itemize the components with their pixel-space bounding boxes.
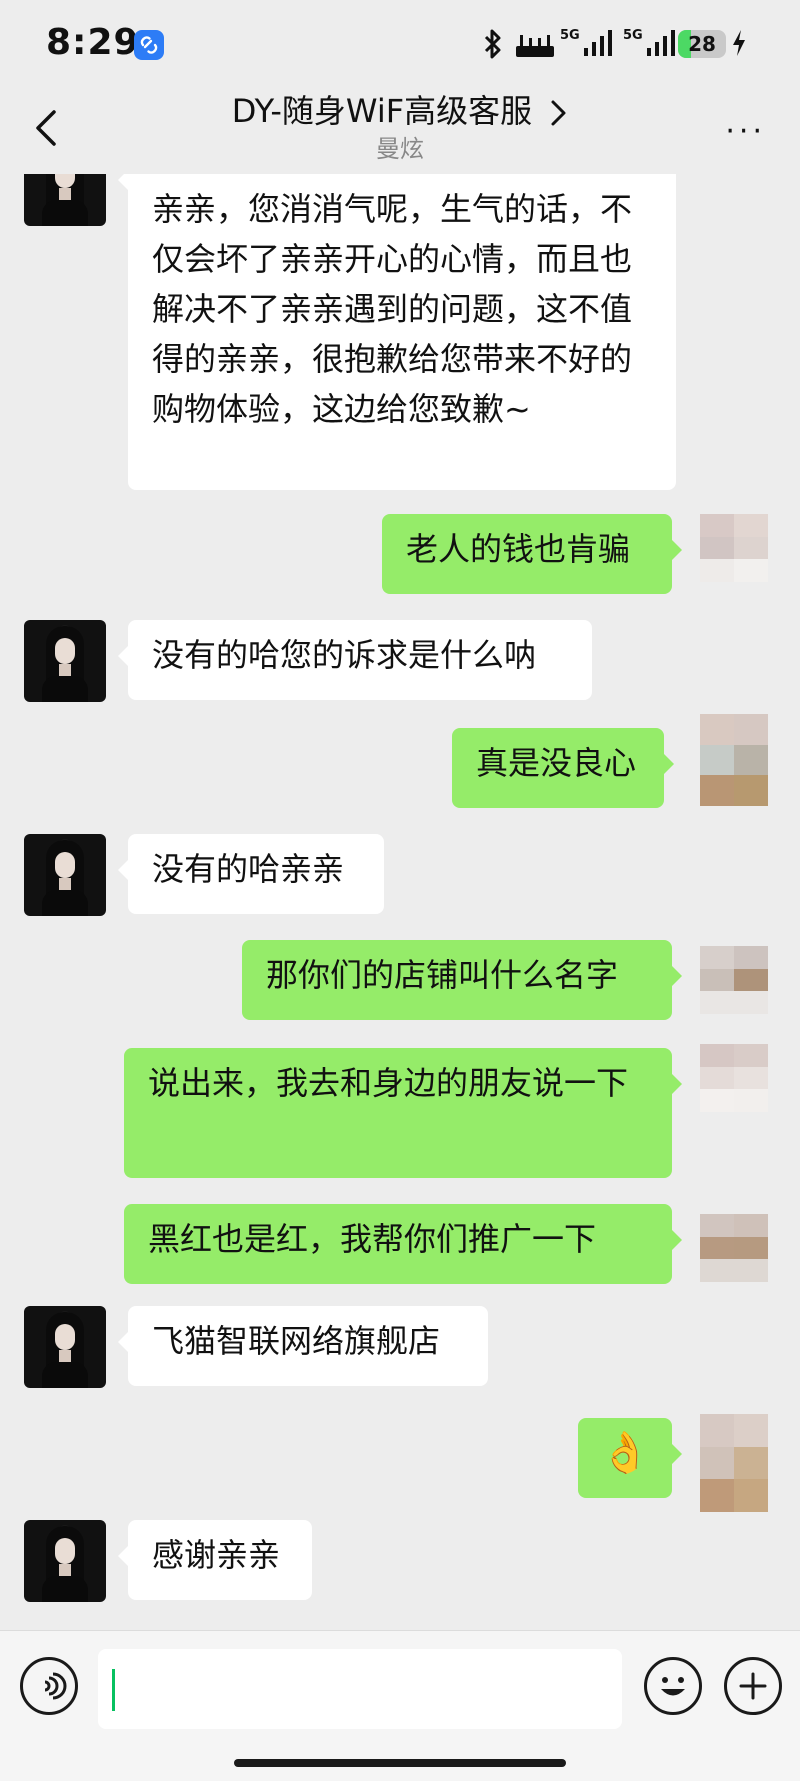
network-type-2: 5G: [623, 28, 643, 43]
message-bubble-incoming[interactable]: 感谢亲亲: [118, 1520, 312, 1600]
chat-subtitle: 曼炫: [376, 135, 424, 163]
home-indicator[interactable]: [234, 1759, 566, 1767]
router-icon: [516, 35, 554, 57]
status-bar: 8:29 5G 5G 28: [0, 0, 800, 90]
message-bubble-incoming[interactable]: 没有的哈亲亲: [118, 834, 384, 914]
user-avatar[interactable]: [700, 1414, 768, 1512]
voice-icon[interactable]: [20, 1657, 78, 1715]
chat-header: DY-随身WiF高级客服 曼炫 ···: [0, 90, 800, 174]
network-type-1: 5G: [560, 28, 580, 43]
message-bubble-incoming[interactable]: 飞猫智联网络旗舰店: [118, 1306, 488, 1386]
user-avatar[interactable]: [700, 946, 768, 1014]
message-bubble-outgoing[interactable]: 那你们的店铺叫什么名字: [242, 940, 682, 1020]
message-bubble-outgoing[interactable]: 👌: [578, 1418, 682, 1498]
message-list[interactable]: 亲亲，您消消气呢，生气的话，不仅会坏了亲亲开心的心情，而且也解决不了亲亲遇到的问…: [0, 174, 800, 1629]
bluetooth-icon: [484, 29, 501, 59]
charging-icon: [733, 30, 745, 56]
chat-title-group[interactable]: DY-随身WiF高级客服 曼炫: [0, 90, 800, 166]
contact-avatar[interactable]: [24, 834, 106, 916]
chat-input-bar: [0, 1630, 800, 1781]
chevron-right-icon: [551, 100, 566, 126]
contact-avatar[interactable]: [24, 1306, 106, 1388]
text-cursor: [112, 1669, 115, 1711]
contact-avatar[interactable]: [24, 620, 106, 702]
user-avatar[interactable]: [700, 1044, 768, 1112]
contact-avatar[interactable]: [24, 1520, 106, 1602]
message-bubble-outgoing[interactable]: 黑红也是红，我帮你们推广一下: [124, 1204, 682, 1284]
message-bubble-outgoing[interactable]: 老人的钱也肯骗: [382, 514, 682, 594]
location-link-icon: [134, 30, 164, 60]
status-time: 8:29: [46, 22, 140, 63]
message-bubble-outgoing[interactable]: 说出来，我去和身边的朋友说一下: [124, 1048, 682, 1178]
plus-icon[interactable]: [724, 1657, 782, 1715]
more-icon[interactable]: ···: [725, 117, 766, 147]
battery-icon: 28: [678, 30, 726, 58]
user-avatar[interactable]: [700, 714, 768, 806]
message-bubble-incoming[interactable]: 亲亲，您消消气呢，生气的话，不仅会坏了亲亲开心的心情，而且也解决不了亲亲遇到的问…: [118, 174, 676, 490]
contact-avatar[interactable]: [24, 174, 106, 226]
message-bubble-outgoing[interactable]: 真是没良心: [452, 728, 674, 808]
message-input[interactable]: [98, 1649, 622, 1729]
message-bubble-incoming[interactable]: 没有的哈您的诉求是什么呐: [118, 620, 592, 700]
chat-title-text: DY-随身WiF高级客服: [231, 92, 533, 130]
ok-hand-emoji: 👌: [600, 1430, 650, 1476]
battery-level: 28: [688, 32, 716, 56]
emoji-icon[interactable]: [644, 1657, 702, 1715]
chat-title[interactable]: DY-随身WiF高级客服: [0, 90, 800, 132]
user-avatar[interactable]: [700, 514, 768, 582]
user-avatar[interactable]: [700, 1214, 768, 1282]
